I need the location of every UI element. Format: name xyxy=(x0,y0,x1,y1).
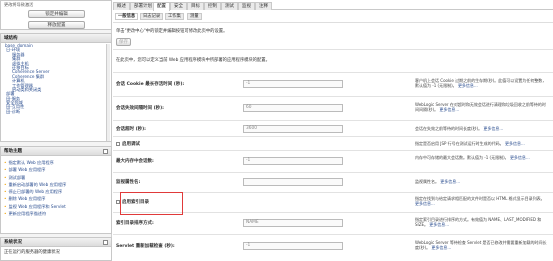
release-config-button[interactable]: 释放配置 xyxy=(28,21,85,29)
max-sessions-input[interactable]: -1 xyxy=(243,157,343,165)
field-label: Servlet 重新加载检查 (秒): xyxy=(116,244,175,249)
session-timeout-input[interactable]: 3600 xyxy=(243,125,343,133)
change-center-text: 更改将导致激活 xyxy=(4,2,34,7)
more-info-link[interactable]: 更多信息... xyxy=(505,141,525,146)
help-link[interactable]: • 部署 Web 应用程序 xyxy=(1,166,111,173)
tab-security[interactable]: 安全 xyxy=(170,2,187,10)
bullet-icon: • xyxy=(4,189,7,195)
field-label: 索引目录排序方式: xyxy=(116,221,154,226)
lock-edit-button[interactable]: 锁定并编辑 xyxy=(28,10,85,18)
help-link[interactable]: • 更新应用程序描述符 xyxy=(1,210,111,217)
tab-monitoring[interactable]: 监视 xyxy=(238,2,255,10)
help-topics-title: 帮助主题 xyxy=(4,149,22,154)
bullet-icon: • xyxy=(4,196,7,202)
more-info-link[interactable]: 更多信息... xyxy=(439,107,459,112)
more-info-link[interactable]: 更多信息... xyxy=(415,201,435,206)
field-label: 最大内存中会话数: xyxy=(116,159,154,164)
domain-structure-header: 域结构 xyxy=(1,34,111,43)
bullet-icon: • xyxy=(4,160,7,165)
tab-targets[interactable]: 目标 xyxy=(187,2,204,10)
field-servlet-reload-check: Servlet 重新加载检查 (秒): -1 WebLogic Server 等… xyxy=(113,234,553,261)
info-message: 单击"更改中心"中的锁定并编辑按钮可修改此页中的设置。 xyxy=(116,29,228,34)
tab-configuration[interactable]: 配置 xyxy=(153,2,170,11)
system-status-header: 系统状况 xyxy=(1,238,111,247)
more-info-link[interactable]: 更多信息... xyxy=(440,179,460,184)
field-cookie-max-age: 会话 Cookie 最长存活时间 (秒): -1 客户机上会话 Cookie 过… xyxy=(113,72,553,96)
bullet-icon: • xyxy=(4,167,7,173)
tab-testing[interactable]: 测试 xyxy=(221,2,238,10)
help-link[interactable]: • 重新启动部署的 Web 应用程序 xyxy=(1,181,111,188)
field-description: WebLogic Server 在对超时和无效会话进行清理和垃圾回收之前等待的时… xyxy=(415,102,546,112)
bullet-icon: • xyxy=(4,174,7,180)
field-monitoring-attribute: 监视属性名: 监视属性名。 更多信息... xyxy=(113,172,553,192)
cookie-max-age-input[interactable]: -1 xyxy=(243,80,343,88)
left-sidebar: 更改将导致激活 锁定并编辑 释放配置 域结构 base_domain 日-环境 … xyxy=(0,0,112,261)
domain-structure-panel: 域结构 base_domain 日-环境 服务器 集群 虚拟主机 迁移目标 Co… xyxy=(0,33,112,142)
subtab-logging[interactable]: 日志记录 xyxy=(140,13,164,20)
tree-item-diagnostics[interactable]: 田-诊断 xyxy=(5,109,103,114)
field-description: 客户机上会话 Cookie 过期之前的生存期(秒)。此值可以设置为任何整数，默认… xyxy=(415,78,547,88)
save-button[interactable]: 保存 xyxy=(116,38,131,46)
field-index-sort-by: 索引目录排序方式: NAME 指定索引目录进行排序的方式。有效值为 NAME、L… xyxy=(113,212,553,234)
help-topics-header: 帮助主题 xyxy=(1,147,111,156)
bullet-icon: • xyxy=(4,211,7,217)
divider xyxy=(113,22,553,23)
field-label: 监视属性名: xyxy=(116,180,141,185)
field-description: 指定是否启用 JSP 行号在测试运行时生成的代码。 更多信息... xyxy=(415,141,525,146)
monitoring-attribute-input[interactable] xyxy=(243,178,343,186)
system-status-panel: 系统状况 正在运行的服务器的健康状况 xyxy=(0,237,112,261)
field-invalidation-interval: 会话失效间隔时间 (秒): 60 WebLogic Server 在对超时和无效… xyxy=(113,96,553,120)
field-description: 内存中可存储的最大会话数。默认值为 -1 (无限制)。 更多信息... xyxy=(415,155,530,160)
system-status-subtitle: 正在运行的服务器的健康状况 xyxy=(4,250,60,255)
servlet-reload-check-input[interactable]: -1 xyxy=(243,242,343,250)
field-label: 启用调试 xyxy=(116,141,140,147)
help-link[interactable]: • 测试部署 xyxy=(1,174,111,181)
more-info-link[interactable]: 更多信息... xyxy=(483,126,503,131)
domain-tree: base_domain 日-环境 服务器 集群 虚拟主机 迁移目标 Cohere… xyxy=(5,43,103,114)
change-center-panel: 更改将导致激活 锁定并编辑 释放配置 xyxy=(0,0,112,30)
help-link[interactable]: • 监视 Web 应用程序和 Servlet xyxy=(1,203,111,210)
field-label: 会话超时 (秒): xyxy=(116,127,146,132)
collapse-icon[interactable] xyxy=(103,149,108,154)
tab-overview[interactable]: 概述 xyxy=(113,2,130,10)
subtab-general[interactable]: 一般信息 xyxy=(115,13,139,20)
field-max-sessions: 最大内存中会话数: -1 内存中可存储的最大会话数。默认值为 -1 (无限制)。… xyxy=(113,150,553,172)
help-link[interactable]: • 指定默认 Web 应用程序 xyxy=(1,159,111,166)
field-label: 会话失效间隔时间 (秒): xyxy=(116,106,164,111)
help-link[interactable]: • 停止已部署的 Web 应用程序 xyxy=(1,188,111,195)
more-info-link[interactable]: 更多信息... xyxy=(431,245,451,250)
subtab-metrics[interactable]: 测量 xyxy=(187,13,202,20)
field-session-timeout: 会话超时 (秒): 3600 会话在失效之前等待的时间长度(秒)。 更多信息..… xyxy=(113,120,553,136)
field-description: 指定索引目录进行排序的方式。有效值为 NAME、LAST_MODIFIED 和 … xyxy=(415,217,542,227)
help-topics-panel: 帮助主题 • 指定默认 Web 应用程序 • 部署 Web 应用程序 • 测试部署 •… xyxy=(0,146,112,234)
more-info-link[interactable]: 更多信息... xyxy=(429,222,449,227)
field-enable-debug: 启用调试 指定是否启用 JSP 行号在测试运行时生成的代码。 更多信息... xyxy=(113,136,553,150)
field-label: 会话 Cookie 最长存活时间 (秒): xyxy=(116,82,185,87)
tab-control[interactable]: 控制 xyxy=(204,2,221,10)
tab-notes[interactable]: 注释 xyxy=(255,2,272,10)
bullet-icon: • xyxy=(4,203,7,209)
system-status-title: 系统状况 xyxy=(4,240,22,245)
enable-debug-checkbox[interactable] xyxy=(116,141,120,146)
field-description: 指定在找到与给定请求相匹配的文件时是否以 HTML 格式显示目录列表。 更多信息… xyxy=(415,196,545,206)
index-sort-by-input[interactable]: NAME xyxy=(243,219,343,227)
invalidation-interval-input[interactable]: 60 xyxy=(243,104,343,112)
help-link[interactable]: • 删除 Web 应用程序 xyxy=(1,195,111,202)
help-links: • 指定默认 Web 应用程序 • 部署 Web 应用程序 • 测试部署 • 重新启动部… xyxy=(1,159,111,217)
collapse-icon[interactable] xyxy=(103,240,108,245)
bullet-icon: • xyxy=(4,181,7,187)
page-description: 在此页中，您可以定义当前 Web 应用程序模块中所部署的应用程序模块的配置。 xyxy=(116,58,270,63)
field-description: WebLogic Server 等待检查 Servlet 是否已修改并需要重新加… xyxy=(415,240,547,250)
main-content: 概述 部署计划 配置 安全 目标 控制 测试 监视 注释 一般信息 日志记录 工… xyxy=(113,0,553,261)
more-info-link[interactable]: 更多信息... xyxy=(458,83,478,88)
more-info-link[interactable]: 更多信息... xyxy=(510,155,530,160)
domain-structure-title: 域结构 xyxy=(4,36,18,41)
field-description: 会话在失效之前等待的时间长度(秒)。 更多信息... xyxy=(415,126,504,131)
highlight-box xyxy=(120,192,183,215)
tree-scrollbar[interactable] xyxy=(106,44,110,141)
field-description: 监视属性名。 更多信息... xyxy=(415,179,461,184)
subtab-workset[interactable]: 工作集 xyxy=(165,13,184,20)
divider xyxy=(113,49,553,50)
